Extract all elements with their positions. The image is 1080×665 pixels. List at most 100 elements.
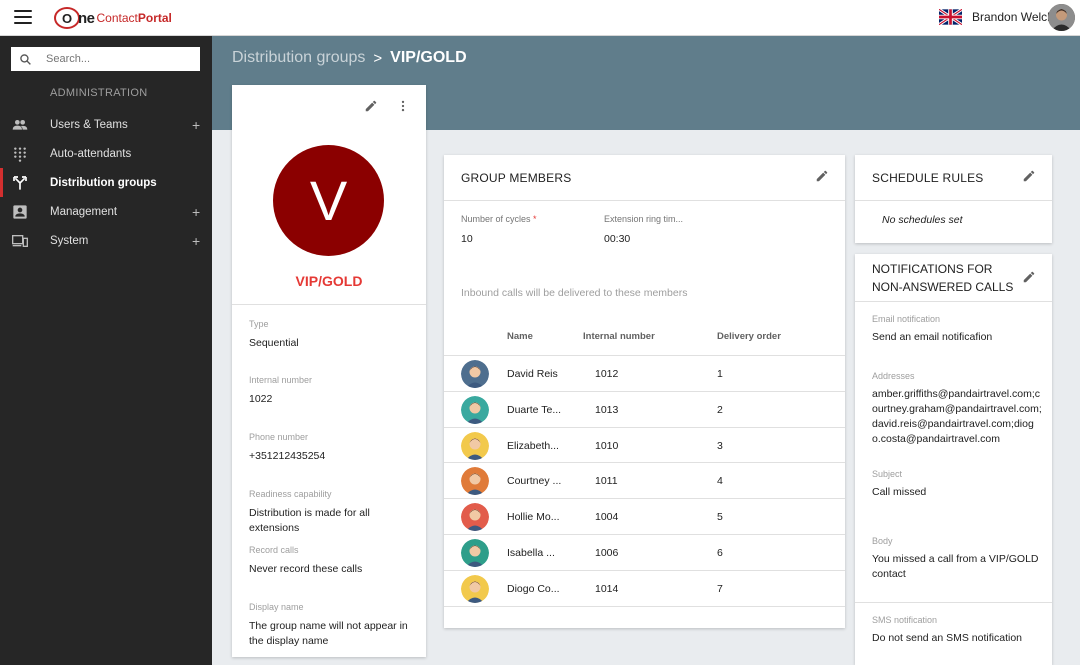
member-name: Elizabeth... (507, 439, 559, 452)
sidebar-item-users-teams[interactable]: Users & Teams + (0, 110, 212, 139)
field-value: +351212435254 (249, 450, 326, 462)
field-value: Do not send an SMS notification (872, 632, 1023, 644)
member-name: Hollie Mo... (507, 511, 560, 524)
logo-portal: Portal (137, 11, 172, 25)
group-members-card: GROUP MEMBERS Number of cycles * 10 Exte… (444, 155, 845, 628)
field-label: SMS notification (872, 615, 938, 625)
search-input[interactable] (46, 53, 186, 65)
member-name: Duarte Te... (507, 403, 562, 416)
breadcrumb-current: VIP/GOLD (390, 49, 467, 66)
divider (444, 605, 845, 607)
sidebar-item-system[interactable]: System + (0, 226, 212, 255)
cycles-label: Number of cycles * (461, 214, 537, 224)
cycles-label-text: Number of cycles (461, 214, 531, 224)
member-delivery-order: 7 (717, 582, 723, 595)
field-value: Never record these calls (249, 563, 363, 575)
column-header-delivery-order[interactable]: Delivery order (717, 331, 781, 342)
edit-icon[interactable] (815, 169, 829, 183)
table-row[interactable]: Hollie Mo... 1004 5 (444, 498, 845, 534)
field-display-name: Display name The group name will not app… (249, 602, 414, 649)
field-label: Body (872, 536, 893, 546)
member-avatar (461, 431, 489, 460)
member-internal-number: 1011 (595, 475, 618, 488)
field-label: Record calls (249, 545, 299, 555)
user-avatar[interactable] (1048, 4, 1075, 31)
table-row[interactable]: Courtney ... 1011 4 (444, 462, 845, 498)
expand-icon[interactable]: + (192, 117, 200, 133)
group-name: VIP/GOLD (295, 273, 363, 289)
sidebar-item-auto-attendants[interactable]: Auto-attendants (0, 139, 212, 168)
expand-icon[interactable]: + (192, 233, 200, 249)
field-internal-number: Internal number 1022 (249, 375, 414, 407)
field-value: You missed a call from a VIP/GOLD contac… (872, 553, 1039, 580)
logo-contact: Contact (96, 11, 138, 25)
sidebar-item-label: Management (50, 205, 118, 218)
breadcrumb-parent[interactable]: Distribution groups (232, 49, 365, 67)
field-value: Distribution is made for all extensions (249, 507, 370, 534)
field-label: Internal number (249, 375, 313, 385)
field-value: Sequential (249, 337, 299, 349)
user-name[interactable]: Brandon Welch (972, 10, 1054, 24)
column-header-name[interactable]: Name (507, 331, 533, 342)
logo-o: O (54, 7, 80, 29)
member-avatar (461, 395, 489, 424)
table-row[interactable]: Elizabeth... 1010 3 (444, 426, 845, 463)
app-logo[interactable]: O ne Contact Portal (54, 6, 172, 30)
field-type: Type Sequential (249, 319, 414, 351)
ring-time-label: Extension ring tim... (604, 214, 684, 224)
table-row[interactable]: Diogo Co... 1014 7 (444, 569, 845, 606)
edit-icon[interactable] (1022, 270, 1036, 284)
table-row[interactable]: Isabella ... 1006 6 (444, 534, 845, 570)
field-value: Send an email notificafion (872, 331, 993, 343)
field-label: Email notification (872, 314, 941, 324)
sidebar-item-label: Users & Teams (50, 118, 128, 131)
field-email-notification: Email notification Send an email notific… (872, 314, 1042, 345)
field-value: 1022 (249, 393, 273, 405)
breadcrumb-separator: > (373, 49, 383, 67)
member-internal-number: 1006 (595, 547, 619, 559)
cycles-value: 10 (461, 233, 473, 245)
field-label: Subject (872, 469, 903, 479)
contact-card-icon (13, 205, 27, 219)
member-delivery-order: 6 (717, 547, 723, 559)
section-label-administration: ADMINISTRATION (50, 87, 148, 99)
notifications-card: NOTIFICATIONS FOR NON-ANSWERED CALLS Ema… (855, 254, 1052, 665)
sidebar-item-label: Auto-attendants (50, 147, 132, 160)
member-avatar (461, 539, 489, 567)
group-avatar: V (273, 145, 384, 256)
member-name: Isabella ... (507, 547, 555, 559)
field-phone-number: Phone number +351212435254 (249, 432, 414, 464)
more-vert-icon[interactable] (396, 99, 410, 113)
sidebar-item-distribution-groups[interactable]: Distribution groups (0, 168, 212, 197)
member-internal-number: 1013 (595, 403, 619, 416)
menu-icon[interactable] (14, 10, 32, 26)
member-name: David Reis (507, 368, 558, 380)
expand-icon[interactable]: + (192, 204, 200, 220)
field-label: Display name (249, 602, 304, 612)
required-marker: * (533, 214, 537, 224)
sidebar-item-management[interactable]: Management + (0, 197, 212, 226)
field-readiness-capability: Readiness capability Distribution is mad… (249, 489, 414, 536)
member-internal-number: 1012 (595, 368, 619, 380)
inbound-note: Inbound calls will be delivered to these… (461, 287, 688, 299)
search-box[interactable] (11, 47, 200, 71)
table-row[interactable]: David Reis 1012 1 (444, 355, 845, 391)
member-delivery-order: 2 (717, 403, 723, 416)
uk-flag-icon[interactable] (939, 9, 962, 25)
divider (855, 200, 1052, 201)
edit-icon[interactable] (1022, 169, 1036, 183)
table-row[interactable]: Duarte Te... 1013 2 (444, 390, 845, 427)
member-internal-number: 1004 (595, 511, 619, 524)
member-avatar (461, 360, 489, 388)
member-delivery-order: 3 (717, 439, 723, 452)
edit-icon[interactable] (364, 99, 378, 113)
card-title: GROUP MEMBERS (461, 171, 572, 185)
member-avatar (461, 574, 489, 603)
field-subject: Subject Call missed (872, 469, 1042, 500)
divider (444, 200, 845, 201)
member-internal-number: 1010 (595, 439, 619, 452)
search-icon (20, 53, 31, 65)
member-name: Courtney ... (507, 475, 562, 488)
devices-icon (12, 235, 28, 247)
column-header-internal-number[interactable]: Internal number (583, 331, 655, 342)
